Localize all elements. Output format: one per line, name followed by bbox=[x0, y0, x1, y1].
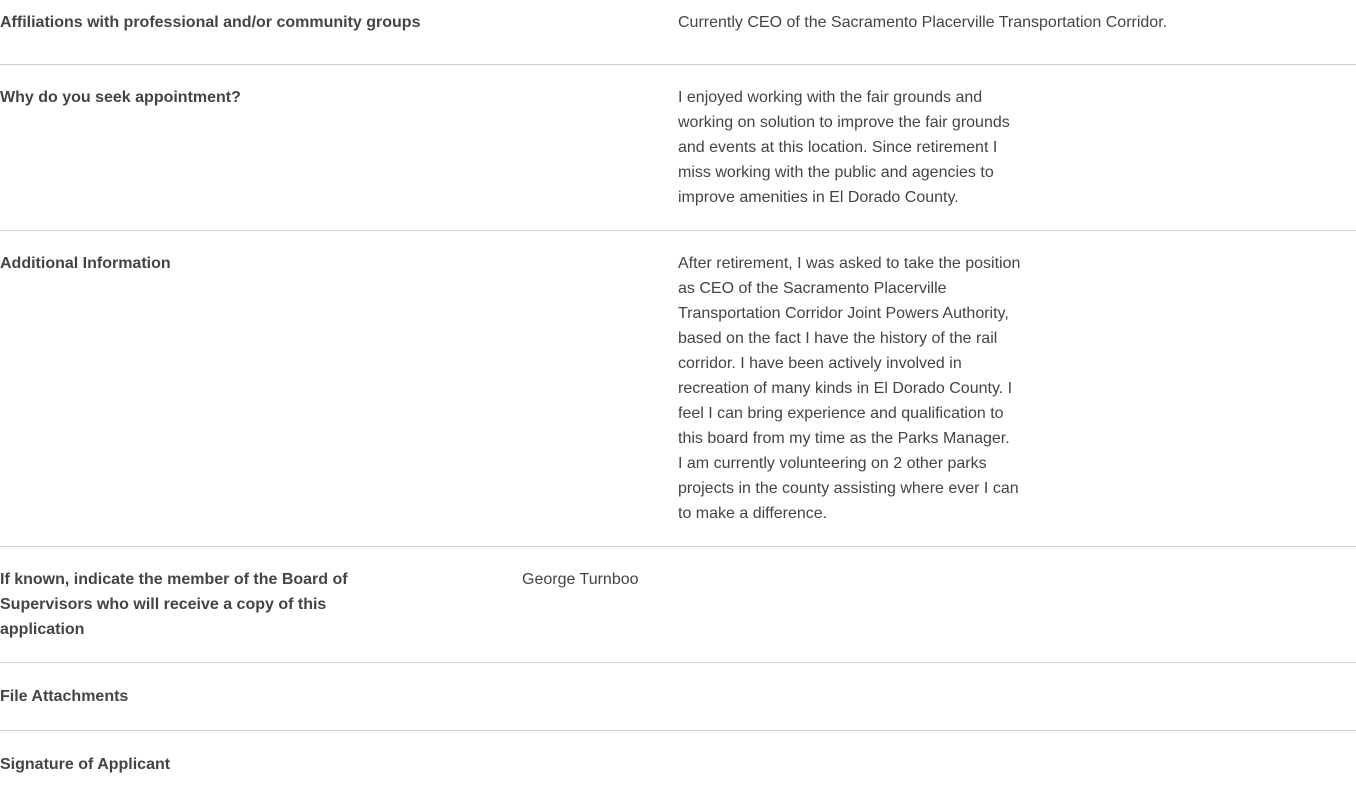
field-value-board-of-supervisors-text: George Turnboo bbox=[522, 571, 639, 588]
field-label-board-of-supervisors: If known, indicate the member of the Boa… bbox=[0, 571, 348, 638]
field-value-board-of-supervisors: George Turnboo bbox=[522, 567, 1356, 642]
field-label-affiliations: Affiliations with professional and/or co… bbox=[0, 14, 421, 31]
field-label-file-attachments: File Attachments bbox=[0, 688, 129, 705]
field-label-additional-information: Additional Information bbox=[0, 255, 171, 272]
form-row-board-of-supervisors: If known, indicate the member of the Boa… bbox=[0, 547, 1356, 663]
field-value-additional-information: After retirement, I was asked to take th… bbox=[678, 251, 1035, 526]
field-value-affiliations-text: Currently CEO of the Sacramento Placervi… bbox=[678, 14, 1168, 31]
application-details-table: Affiliations with professional and/or co… bbox=[0, 0, 1356, 789]
field-label-signature-of-applicant: Signature of Applicant bbox=[0, 756, 171, 773]
field-value-file-attachments bbox=[678, 684, 1356, 709]
form-row-signature-of-applicant: Signature of Applicant bbox=[0, 731, 1356, 789]
field-value-why-appointment-text: I enjoyed working with the fair grounds … bbox=[678, 89, 1010, 206]
field-value-why-appointment: I enjoyed working with the fair grounds … bbox=[678, 85, 1035, 210]
form-row-file-attachments: File Attachments bbox=[0, 663, 1356, 731]
field-label-why-appointment: Why do you seek appointment? bbox=[0, 89, 241, 106]
field-value-signature-of-applicant bbox=[678, 752, 1356, 777]
field-value-additional-information-paragraph-1: After retirement, I was asked to take th… bbox=[678, 255, 1021, 447]
form-row-additional-information: Additional Information After retirement,… bbox=[0, 231, 1356, 547]
form-row-affiliations: Affiliations with professional and/or co… bbox=[0, 0, 1356, 65]
form-row-why-appointment: Why do you seek appointment? I enjoyed w… bbox=[0, 65, 1356, 231]
field-value-affiliations: Currently CEO of the Sacramento Placervi… bbox=[678, 10, 1356, 35]
field-value-additional-information-paragraph-2: I am currently volunteering on 2 other p… bbox=[678, 455, 1019, 522]
